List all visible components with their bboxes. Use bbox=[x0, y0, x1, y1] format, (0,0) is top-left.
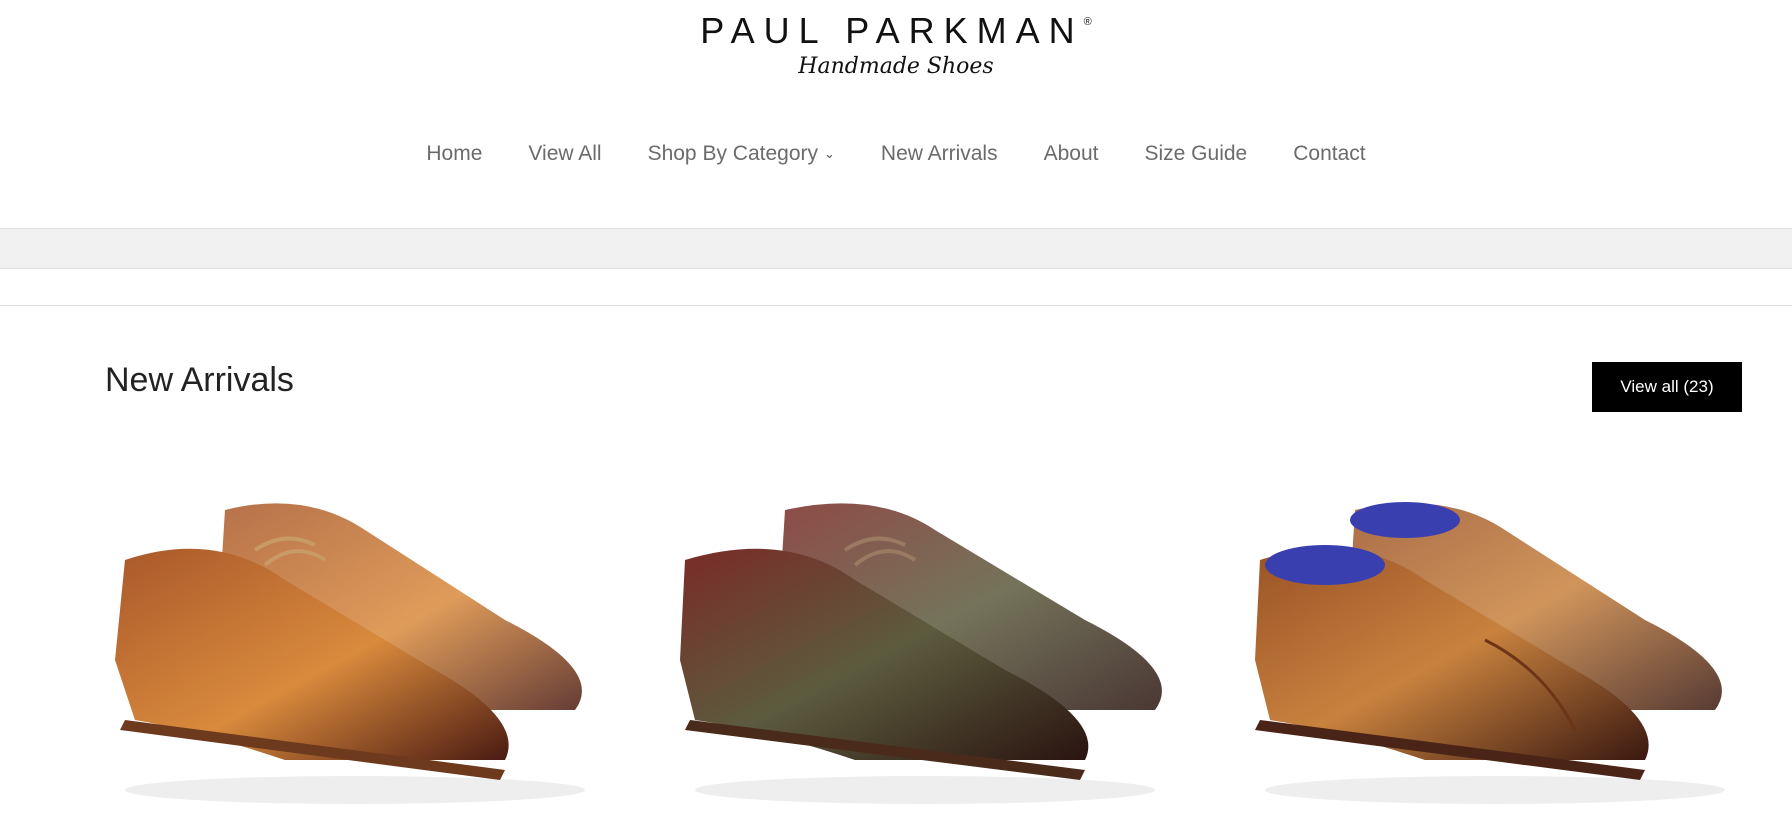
product-card-tan-derby[interactable] bbox=[105, 470, 605, 820]
nav-new-arrivals[interactable]: New Arrivals bbox=[881, 142, 998, 166]
nav-new-arrivals-label: New Arrivals bbox=[880, 142, 998, 165]
nav-home[interactable]: Home bbox=[426, 142, 482, 166]
shoe-image bbox=[680, 503, 1162, 804]
nav-shop-by-category[interactable]: Shop By Category ⌄ bbox=[648, 142, 835, 166]
view-all-button[interactable]: View all (23) bbox=[1592, 362, 1742, 412]
shoe-image bbox=[1255, 502, 1725, 804]
nav-contact-label: Contact bbox=[1293, 142, 1366, 165]
logo-tagline: Handmade Shoes bbox=[798, 54, 994, 79]
announcement-band bbox=[0, 228, 1792, 269]
nav-view-all-label: View All bbox=[528, 142, 602, 165]
shoe-image bbox=[115, 503, 585, 804]
nav-home-label: Home bbox=[426, 142, 483, 165]
chevron-down-icon: ⌄ bbox=[824, 146, 835, 161]
product-grid bbox=[105, 470, 1745, 820]
nav-about-label: About bbox=[1043, 142, 1099, 165]
product-card-green-bordeaux-derby[interactable] bbox=[675, 470, 1175, 820]
product-card-camel-captoe-oxford[interactable] bbox=[1245, 470, 1745, 820]
nav-view-all[interactable]: View All bbox=[528, 142, 601, 166]
nav-size-guide[interactable]: Size Guide bbox=[1145, 142, 1248, 166]
nav-contact[interactable]: Contact bbox=[1293, 142, 1365, 166]
section-divider bbox=[0, 305, 1792, 306]
main-navigation: Home View All Shop By Category ⌄ New Arri… bbox=[0, 142, 1792, 166]
nav-shop-by-category-label: Shop By Category bbox=[647, 142, 818, 165]
nav-about[interactable]: About bbox=[1044, 142, 1099, 166]
nav-size-guide-label: Size Guide bbox=[1144, 142, 1248, 165]
logo-brand-name: PAUL PARKMAN® bbox=[700, 10, 1092, 51]
section-title: New Arrivals bbox=[105, 361, 294, 399]
